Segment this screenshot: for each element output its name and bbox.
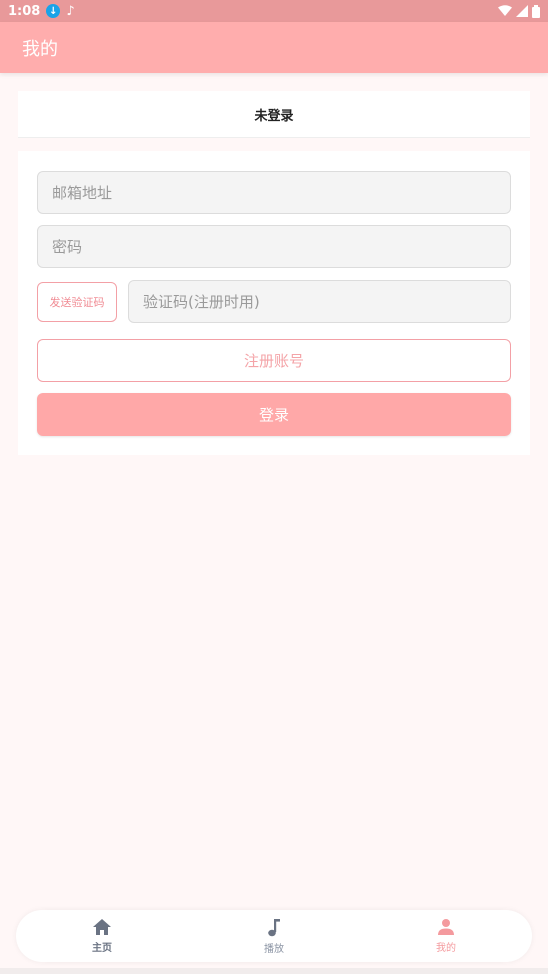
login-form: 邮箱地址 密码 发送验证码 验证码(注册时用) 注册账号 登录 bbox=[18, 151, 530, 455]
status-bar: 1:08 ↓ ♪ bbox=[0, 0, 548, 22]
system-nav-bar bbox=[0, 968, 548, 974]
person-icon bbox=[438, 919, 454, 935]
email-input[interactable]: 邮箱地址 bbox=[37, 171, 511, 214]
code-placeholder: 验证码(注册时用) bbox=[143, 293, 260, 311]
verification-code-input[interactable]: 验证码(注册时用) bbox=[128, 280, 511, 323]
nav-item-home[interactable]: 主页 bbox=[16, 910, 188, 962]
email-placeholder: 邮箱地址 bbox=[52, 184, 113, 202]
nav-label-home: 主页 bbox=[92, 943, 112, 954]
login-status-card: 未登录 bbox=[18, 91, 530, 138]
page-title: 我的 bbox=[22, 38, 58, 60]
signal-icon bbox=[516, 5, 528, 17]
battery-icon bbox=[532, 4, 540, 18]
nav-item-play[interactable]: 播放 bbox=[188, 910, 360, 962]
nav-item-mine[interactable]: 我的 bbox=[360, 910, 532, 962]
password-placeholder: 密码 bbox=[52, 238, 83, 256]
download-icon: ↓ bbox=[46, 4, 61, 18]
app-bar: 我的 bbox=[0, 22, 548, 73]
login-status-label: 未登录 bbox=[254, 108, 294, 124]
password-input[interactable]: 密码 bbox=[37, 225, 511, 268]
bottom-nav: 主页 播放 我的 bbox=[16, 910, 532, 962]
nav-label-mine: 我的 bbox=[436, 943, 456, 954]
home-icon bbox=[93, 919, 111, 935]
login-button[interactable]: 登录 bbox=[37, 393, 511, 436]
wifi-icon bbox=[498, 5, 512, 16]
send-code-button[interactable]: 发送验证码 bbox=[37, 282, 117, 322]
nav-label-play: 播放 bbox=[264, 943, 284, 955]
status-time: 1:08 bbox=[8, 3, 41, 19]
music-note-icon: ♪ bbox=[66, 3, 75, 19]
register-button[interactable]: 注册账号 bbox=[37, 339, 511, 382]
music-note-icon bbox=[268, 918, 280, 936]
status-right-icons bbox=[498, 4, 540, 18]
